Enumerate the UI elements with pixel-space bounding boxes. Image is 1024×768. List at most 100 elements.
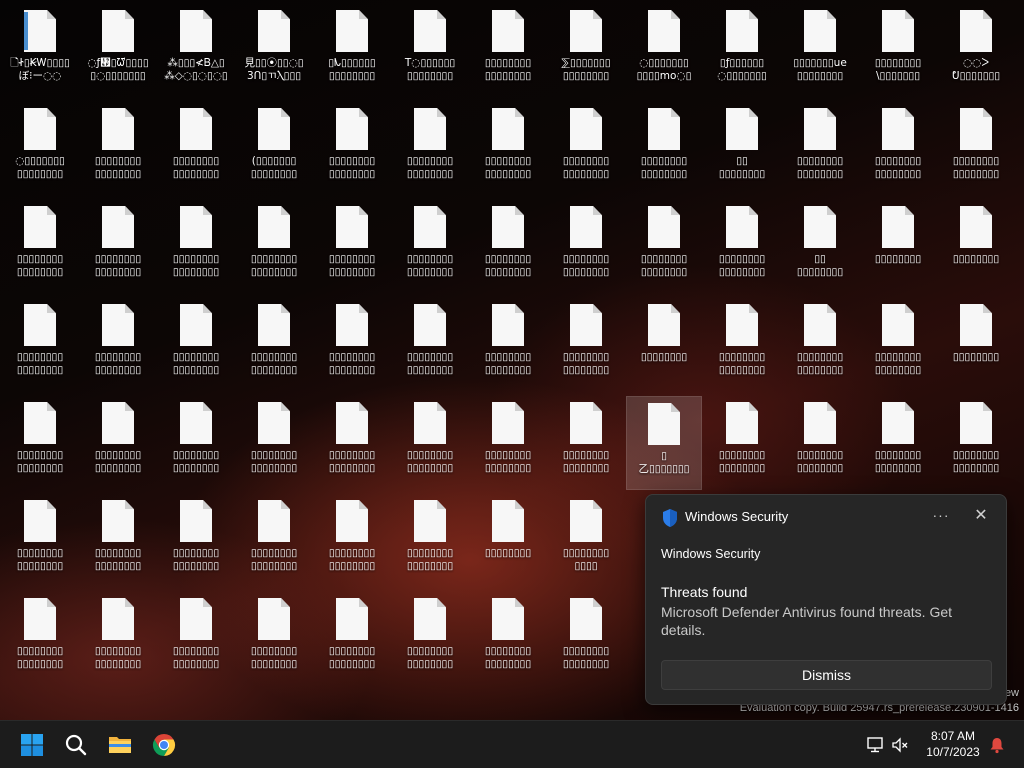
desktop-file-icon[interactable]: ▯▯▯▯▯▯▯▯ ▯▯▯▯▯▯▯▯ — [314, 102, 390, 196]
desktop-file-icon[interactable]: ▯▯▯▯▯▯▯▯ ▯▯▯▯▯▯▯▯ — [626, 200, 702, 294]
desktop-file-icon[interactable]: ▯▯▯▯▯▯▯▯ ▯▯▯▯▯▯▯▯ — [782, 102, 858, 196]
desktop-file-icon[interactable]: ▯▯▯▯▯▯▯▯ ▯▯▯▯▯▯▯▯ — [782, 298, 858, 392]
network-status[interactable] — [862, 726, 888, 764]
desktop-file-icon[interactable]: ⁂▯▯▯≮Ᏼ△▯ ⁂◇◌▯◌▯◌▯ — [158, 4, 234, 98]
desktop-file-icon[interactable]: ▯▯▯▯▯▯▯▯ ▯▯▯▯▯▯▯▯ — [938, 396, 1014, 490]
desktop-file-icon[interactable]: ▯ƒ▯▯▯▯▯▯ ◌▯▯▯▯▯▯▯ — [704, 4, 780, 98]
desktop-file-icon[interactable]: ▯▯▯▯▯▯▯▯ ▯▯▯▯ — [548, 494, 624, 588]
desktop-file-icon[interactable]: ▯▯▯▯▯▯▯▯ ▯▯▯▯▯▯▯▯ — [860, 396, 936, 490]
desktop-file-icon[interactable]: ▯▯▯▯▯▯▯▯ ▯▯▯▯▯▯▯▯ — [2, 396, 78, 490]
desktop-file-icon[interactable]: ▯▯▯▯▯▯▯▯ ▯▯▯▯▯▯▯▯ — [470, 200, 546, 294]
desktop-file-icon[interactable]: ▯▯▯▯▯▯▯▯ — [860, 200, 936, 294]
desktop-file-icon[interactable]: ▯▯▯▯▯▯▯▯ ▯▯▯▯▯▯▯▯ — [938, 102, 1014, 196]
desktop-file-icon[interactable]: ▯▯▯▯▯▯▯▯ ▯▯▯▯▯▯▯▯ — [80, 200, 156, 294]
desktop-file-icon[interactable]: ▯▯▯▯▯▯▯▯ ▯▯▯▯▯▯▯▯ — [158, 200, 234, 294]
desktop-file-icon[interactable]: ▯▯▯▯▯▯▯▯ ▯▯▯▯▯▯▯▯ — [236, 494, 312, 588]
file-name-label: ▯▯▯▯▯▯▯▯ ▯▯▯▯▯▯▯▯ — [250, 253, 298, 278]
desktop-file-icon[interactable]: ▯▯▯▯▯▯▯▯ ▯▯▯▯▯▯▯▯ — [392, 102, 468, 196]
search-button[interactable] — [57, 726, 95, 764]
volume-status[interactable] — [888, 726, 914, 764]
desktop-file-icon[interactable]: ▯▯▯▯▯▯▯▯ ▯▯▯▯▯▯▯▯ — [236, 396, 312, 490]
desktop-file-icon[interactable]: ▯▯▯▯▯▯▯▯ ▯▯▯▯▯▯▯▯ — [314, 200, 390, 294]
desktop-file-icon[interactable]: ▯▯▯▯▯▯▯▯ ▯▯▯▯▯▯▯▯ — [314, 592, 390, 686]
desktop-file-icon[interactable]: ▯▯▯▯▯▯▯▯ ▯▯▯▯▯▯▯▯ — [236, 200, 312, 294]
desktop-file-icon[interactable]: ▯▯▯▯▯▯▯▯ ▯▯▯▯▯▯▯▯ — [158, 102, 234, 196]
desktop-file-icon[interactable]: ▯▯▯▯▯▯▯▯ ▯▯▯▯▯▯▯▯ — [782, 396, 858, 490]
desktop-file-icon[interactable]: ▯▯▯▯▯▯▯ue ▯▯▯▯▯▯▯▯ — [782, 4, 858, 98]
desktop-file-icon[interactable]: 見▯▯⦿▯▯◌▯ 3ᑎ▯ㄲⲖ▯▯▯ — [236, 4, 312, 98]
desktop-file-icon[interactable]: 🗋Ꮠ▯ꞢᎳ▯▯▯▯ ぼ⁝ー◌◌ — [2, 4, 78, 98]
desktop-file-icon[interactable]: ▯▯▯▯▯▯▯▯ ▯▯▯▯▯▯▯▯ — [314, 396, 390, 490]
desktop-file-icon[interactable]: ▯▯▯▯▯▯▯▯ ▯▯▯▯▯▯▯▯ — [2, 494, 78, 588]
desktop-file-icon[interactable]: ▯▯▯▯▯▯▯▯ ▯▯▯▯▯▯▯▯ — [80, 102, 156, 196]
desktop-file-icon[interactable]: ▯▯▯▯▯▯▯▯ ▯▯▯▯▯▯▯▯ — [80, 592, 156, 686]
desktop-file-icon[interactable]: ▯▯▯▯▯▯▯▯ ▯▯▯▯▯▯▯▯ — [80, 298, 156, 392]
close-icon[interactable]: ✕ — [968, 503, 994, 529]
desktop-file-icon[interactable]: ▯▯▯▯▯▯▯▯ — [938, 298, 1014, 392]
desktop-file-icon[interactable]: ▯▯▯▯▯▯▯▯ ▯▯▯▯▯▯▯▯ — [392, 494, 468, 588]
desktop-file-icon[interactable]: ▯▯▯▯▯▯▯▯ ▯▯▯▯▯▯▯▯ — [548, 298, 624, 392]
desktop-file-icon[interactable]: ▯▯▯▯▯▯▯▯ \▯▯▯▯▯▯▯ — [860, 4, 936, 98]
desktop-file-icon[interactable]: ▯ᗃ▯▯▯▯▯▯ ▯▯▯▯▯▯▯▯ — [314, 4, 390, 98]
chrome-button[interactable] — [145, 726, 183, 764]
file-name-label: ▯▯▯▯▯▯▯▯ — [874, 253, 922, 265]
desktop-file-icon[interactable]: ▯▯▯▯▯▯▯▯ ▯▯▯▯▯▯▯▯ — [470, 396, 546, 490]
desktop-file-icon[interactable]: ◌◌ᐳ ᕞ▯▯▯▯▯▯▯ — [938, 4, 1014, 98]
desktop-file-icon[interactable]: ◌ƒ᥯▯ᘺ▯▯▯▯ ▯◌▯▯▯▯▯▯▯ — [80, 4, 156, 98]
start-button[interactable] — [13, 726, 51, 764]
taskbar-clock[interactable]: 8:07 AM 10/7/2023 — [918, 728, 988, 760]
desktop-file-icon[interactable]: ◌▯▯▯▯▯▯▯ ▯▯▯▯▯▯▯▯ — [2, 102, 78, 196]
file-explorer-button[interactable] — [101, 726, 139, 764]
desktop-file-icon[interactable]: ▯▯▯▯▯▯▯▯ ▯▯▯▯▯▯▯▯ — [2, 298, 78, 392]
desktop-file-icon[interactable]: ▯▯▯▯▯▯▯▯ ▯▯▯▯▯▯▯▯ — [470, 298, 546, 392]
desktop-file-icon[interactable]: (▯▯▯▯▯▯▯ ▯▯▯▯▯▯▯▯ — [236, 102, 312, 196]
desktop-file-icon[interactable]: ▯▯▯▯▯▯▯▯ ▯▯▯▯▯▯▯▯ — [236, 592, 312, 686]
desktop-file-icon[interactable]: ▯▯▯▯▯▯▯▯ — [470, 494, 546, 588]
desktop-file-icon[interactable]: ▯▯▯▯▯▯▯▯ ▯▯▯▯▯▯▯▯ — [548, 200, 624, 294]
desktop-file-icon[interactable]: ▯▯▯▯▯▯▯▯ ▯▯▯▯▯▯▯▯ — [314, 298, 390, 392]
desktop-file-icon[interactable]: ▯▯ ▯▯▯▯▯▯▯▯ — [782, 200, 858, 294]
desktop-file-icon[interactable]: ◌▯▯▯▯▯▯▯ ▯▯▯▯mo◌▯ — [626, 4, 702, 98]
desktop-file-icon[interactable]: ▯▯▯▯▯▯▯▯ ▯▯▯▯▯▯▯▯ — [2, 200, 78, 294]
desktop-file-icon[interactable]: ▯▯▯▯▯▯▯▯ ▯▯▯▯▯▯▯▯ — [548, 396, 624, 490]
network-icon — [867, 737, 883, 753]
desktop-file-icon[interactable]: ▯▯▯▯▯▯▯▯ ▯▯▯▯▯▯▯▯ — [704, 396, 780, 490]
desktop-file-icon[interactable]: ▯▯▯▯▯▯▯▯ ▯▯▯▯▯▯▯▯ — [392, 592, 468, 686]
desktop-file-icon[interactable]: T◌▯▯▯▯▯▯ ▯▯▯▯▯▯▯▯ — [392, 4, 468, 98]
file-name-label: ▯▯▯▯▯▯▯▯ ▯▯▯▯▯▯▯▯ — [952, 449, 1000, 474]
desktop-file-icon[interactable]: ▯▯▯▯▯▯▯▯ ▯▯▯▯▯▯▯▯ — [704, 298, 780, 392]
desktop-file-icon[interactable]: ▯▯▯▯▯▯▯▯ ▯▯▯▯▯▯▯▯ — [392, 200, 468, 294]
desktop-file-icon[interactable]: ▯▯▯▯▯▯▯▯ ▯▯▯▯▯▯▯▯ — [158, 298, 234, 392]
desktop-file-icon[interactable]: ▯▯▯▯▯▯▯▯ ▯▯▯▯▯▯▯▯ — [704, 200, 780, 294]
more-options-icon[interactable]: ··· — [928, 503, 954, 529]
desktop-file-icon[interactable]: ▯▯▯▯▯▯▯▯ ▯▯▯▯▯▯▯▯ — [314, 494, 390, 588]
desktop-file-icon[interactable]: ▯▯▯▯▯▯▯▯ ▯▯▯▯▯▯▯▯ — [158, 494, 234, 588]
desktop-file-icon[interactable]: ▯ 乙▯▯▯▯▯▯▯ — [626, 396, 702, 490]
desktop-file-icon[interactable]: ▯▯▯▯▯▯▯▯ ▯▯▯▯▯▯▯▯ — [470, 592, 546, 686]
desktop-file-icon[interactable]: ▯▯▯▯▯▯▯▯ ▯▯▯▯▯▯▯▯ — [548, 592, 624, 686]
desktop-file-icon[interactable]: ▯▯▯▯▯▯▯▯ — [938, 200, 1014, 294]
desktop-file-icon[interactable]: ▯▯▯▯▯▯▯▯ ▯▯▯▯▯▯▯▯ — [470, 4, 546, 98]
desktop-file-icon[interactable]: ▯▯▯▯▯▯▯▯ ▯▯▯▯▯▯▯▯ — [392, 396, 468, 490]
file-name-label: ▯▯▯▯▯▯▯▯ ▯▯▯▯▯▯▯▯ — [484, 155, 532, 180]
desktop-file-icon[interactable]: ▯▯▯▯▯▯▯▯ ▯▯▯▯▯▯▯▯ — [860, 102, 936, 196]
windows-security-notification[interactable]: Windows Security ··· ✕ Windows Security … — [645, 494, 1007, 705]
desktop-file-icon[interactable]: ▯▯▯▯▯▯▯▯ ▯▯▯▯▯▯▯▯ — [860, 298, 936, 392]
desktop-file-icon[interactable]: ▯▯▯▯▯▯▯▯ ▯▯▯▯▯▯▯▯ — [548, 102, 624, 196]
desktop-file-icon[interactable]: ▯▯▯▯▯▯▯▯ ▯▯▯▯▯▯▯▯ — [2, 592, 78, 686]
desktop-file-icon[interactable]: ▯▯▯▯▯▯▯▯ ▯▯▯▯▯▯▯▯ — [158, 592, 234, 686]
document-file-icon — [726, 402, 758, 444]
desktop-file-icon[interactable]: ▯▯▯▯▯▯▯▯ ▯▯▯▯▯▯▯▯ — [80, 396, 156, 490]
desktop-file-icon[interactable]: ▯▯▯▯▯▯▯▯ ▯▯▯▯▯▯▯▯ — [236, 298, 312, 392]
desktop-file-icon[interactable]: ⅀▯▯▯▯▯▯▯ ▯▯▯▯▯▯▯▯ — [548, 4, 624, 98]
dismiss-button[interactable]: Dismiss — [661, 660, 992, 690]
desktop-file-icon[interactable]: ▯▯▯▯▯▯▯▯ ▯▯▯▯▯▯▯▯ — [392, 298, 468, 392]
notification-center-button[interactable] — [984, 726, 1010, 764]
desktop-file-icon[interactable]: ▯▯ ▯▯▯▯▯▯▯▯ — [704, 102, 780, 196]
document-file-icon — [414, 206, 446, 248]
desktop-file-icon[interactable]: ▯▯▯▯▯▯▯▯ ▯▯▯▯▯▯▯▯ — [80, 494, 156, 588]
desktop-file-icon[interactable]: ▯▯▯▯▯▯▯▯ — [626, 298, 702, 392]
desktop-file-icon[interactable]: ▯▯▯▯▯▯▯▯ ▯▯▯▯▯▯▯▯ — [158, 396, 234, 490]
desktop-file-icon[interactable]: ▯▯▯▯▯▯▯▯ ▯▯▯▯▯▯▯▯ — [626, 102, 702, 196]
desktop-file-icon[interactable]: ▯▯▯▯▯▯▯▯ ▯▯▯▯▯▯▯▯ — [470, 102, 546, 196]
